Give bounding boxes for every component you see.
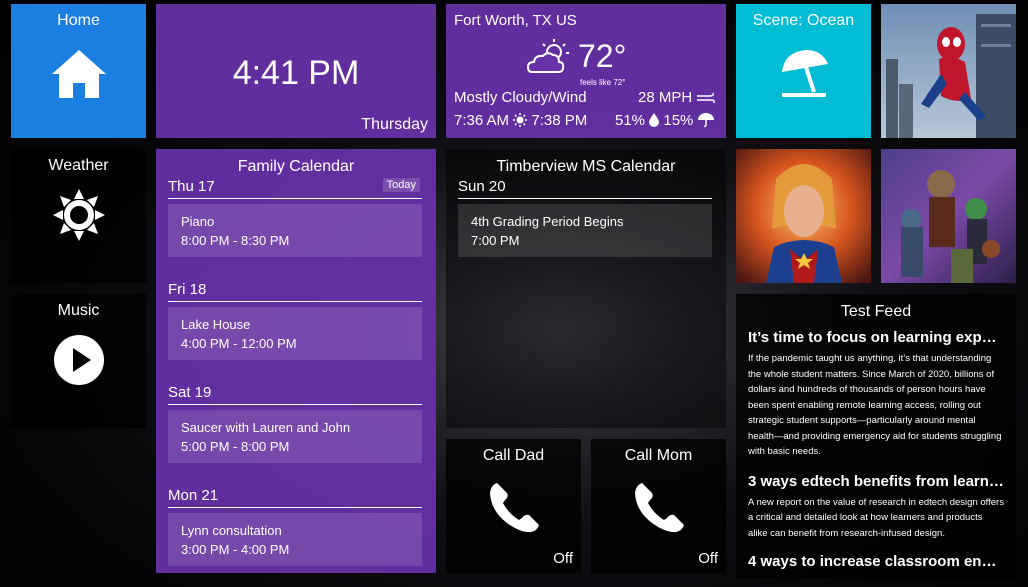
calendar-event[interactable]: Lake House 4:00 PM - 12:00 PM <box>168 307 422 360</box>
phone-icon <box>489 483 539 533</box>
test-feed-tile[interactable]: Test Feed It’s time to focus on learning… <box>736 294 1016 579</box>
weather-sun-times: 7:36 AM 7:38 PM <box>454 112 587 129</box>
wind-icon <box>697 92 716 104</box>
today-badge: Today <box>382 178 420 192</box>
event-title: Saucer with Lauren and John <box>181 420 351 435</box>
umbrella-icon <box>697 113 714 128</box>
weather-info-tile[interactable]: Fort Worth, TX US 72° feels like 72° Mos… <box>446 4 726 138</box>
clock-day: Thursday <box>361 116 428 133</box>
calendar-day: Fri 18 Lake House 4:00 PM - 12:00 PM <box>168 281 422 360</box>
call-mom-tile[interactable]: Call Mom Off <box>591 439 726 573</box>
clock-tile: 4:41 PM Thursday <box>156 4 436 138</box>
captain-marvel-poster[interactable] <box>736 149 871 283</box>
school-calendar-title: Timberview MS Calendar <box>496 158 676 175</box>
beach-umbrella-icon <box>781 50 828 97</box>
calendar-day: Mon 21 Lynn consultation 3:00 PM - 4:00 … <box>168 487 422 566</box>
guardians-poster[interactable] <box>881 149 1016 283</box>
calendar-day: Sat 19 Saucer with Lauren and John 5:00 … <box>168 384 422 463</box>
captain-marvel-image <box>736 149 871 283</box>
feed-item[interactable]: 4 ways to increase classroom enga... <box>748 553 1004 570</box>
sunset-time: 7:38 PM <box>531 112 588 129</box>
droplet-icon <box>649 113 660 127</box>
event-time: 7:00 PM <box>471 233 520 248</box>
spiderman-image <box>881 4 1016 138</box>
feed-item-title: 3 ways edtech benefits from learni... <box>748 472 1004 490</box>
call-mom-label: Call Mom <box>624 447 693 464</box>
sunrise-time: 7:36 AM <box>454 112 510 129</box>
feed-item-body: If the pandemic taught us anything, it’s… <box>748 353 1002 457</box>
phone-icon <box>634 483 684 533</box>
feed-item[interactable]: 3 ways edtech benefits from learni... A … <box>748 473 1004 542</box>
music-label: Music <box>57 302 100 319</box>
weather-humidity-precip: 51% 15% <box>615 112 714 129</box>
clock-time: 4:41 PM <box>232 54 360 92</box>
home-icon <box>51 50 106 98</box>
day-header: Fri 18 <box>168 281 422 302</box>
calendar-day: Sun 20 4th Grading Period Begins 7:00 PM <box>458 178 712 257</box>
event-title: 4th Grading Period Begins <box>471 214 624 229</box>
family-calendar-title: Family Calendar <box>237 158 355 175</box>
event-title: Piano <box>181 214 215 229</box>
school-calendar-tile[interactable]: Timberview MS Calendar Sun 20 4th Gradin… <box>446 149 726 428</box>
calendar-event[interactable]: Piano 8:00 PM - 8:30 PM <box>168 204 422 257</box>
calendar-event[interactable]: Saucer with Lauren and John 5:00 PM - 8:… <box>168 410 422 463</box>
event-time: 8:00 PM - 8:30 PM <box>181 233 290 248</box>
feed-title: Test Feed <box>840 303 912 320</box>
music-tile[interactable]: Music <box>11 294 146 428</box>
calendar-event[interactable]: Lynn consultation 3:00 PM - 4:00 PM <box>168 513 422 566</box>
partly-cloudy-icon <box>526 39 569 73</box>
spiderman-poster[interactable] <box>881 4 1016 138</box>
weather-label: Weather <box>48 157 109 174</box>
sun-gear-icon <box>52 189 105 241</box>
feed-item-title: 4 ways to increase classroom enga... <box>748 553 1004 570</box>
weather-tile[interactable]: Weather <box>11 149 146 283</box>
event-time: 4:00 PM - 12:00 PM <box>181 336 297 351</box>
call-dad-state: Off <box>553 550 573 567</box>
weather-wind: 28 MPH <box>638 89 716 106</box>
call-mom-state: Off <box>698 550 718 567</box>
guardians-image <box>881 149 1016 283</box>
day-header: Mon 21 <box>168 487 422 508</box>
day-header: Sat 19 <box>168 384 422 405</box>
call-dad-label: Call Dad <box>482 447 545 464</box>
event-time: 5:00 PM - 8:00 PM <box>181 439 290 454</box>
scene-label: Scene: Ocean <box>752 12 855 29</box>
scene-ocean-tile[interactable]: Scene: Ocean <box>736 4 871 138</box>
humidity-value: 51% <box>615 112 646 129</box>
calendar-event[interactable]: 4th Grading Period Begins 7:00 PM <box>458 204 712 257</box>
day-header: Sun 20 <box>458 178 712 199</box>
feed-item-body: A new report on the value of research in… <box>748 496 1004 539</box>
feed-item-title: It’s time to focus on learning exper... <box>748 329 1004 346</box>
feed-item[interactable]: It’s time to focus on learning exper... … <box>748 329 1004 460</box>
calendar-day: Thu 17 Today Piano 8:00 PM - 8:30 PM <box>168 178 422 257</box>
weather-feels-like: feels like 72° <box>580 78 626 87</box>
event-time: 3:00 PM - 4:00 PM <box>181 542 290 557</box>
home-tile[interactable]: Home <box>11 4 146 138</box>
day-header: Thu 17 Today <box>168 178 422 199</box>
weather-location: Fort Worth, TX US <box>454 12 577 29</box>
weather-temp: 72° <box>578 38 627 74</box>
family-calendar-tile[interactable]: Family Calendar Thu 17 Today Piano 8:00 P… <box>156 149 436 573</box>
wind-speed: 28 MPH <box>638 89 693 106</box>
feed-list: It’s time to focus on learning exper... … <box>748 329 1004 570</box>
play-icon <box>53 335 104 385</box>
event-title: Lake House <box>181 317 251 332</box>
sun-icon <box>513 113 528 127</box>
weather-condition: Mostly Cloudy/Wind <box>454 89 587 106</box>
precip-value: 15% <box>663 112 694 129</box>
event-title: Lynn consultation <box>181 523 282 538</box>
call-dad-tile[interactable]: Call Dad Off <box>446 439 581 573</box>
home-label: Home <box>57 12 100 29</box>
